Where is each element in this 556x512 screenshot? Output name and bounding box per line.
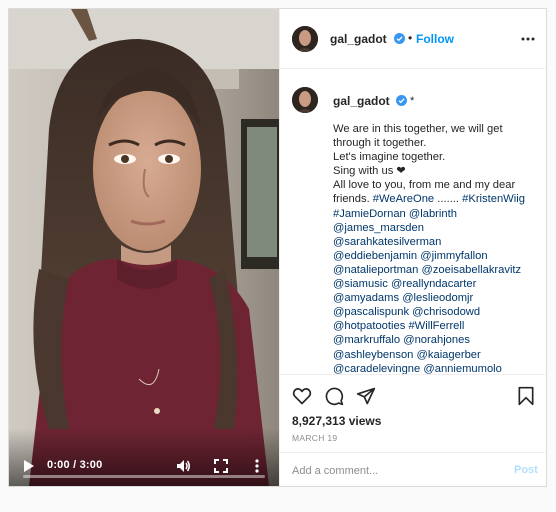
caption-line: @hotpatooties #WillFerrell xyxy=(333,319,543,333)
caption-line: Let's imagine together. xyxy=(333,150,543,164)
fullscreen-icon[interactable] xyxy=(213,458,229,474)
post-header: gal_gadot • Follow xyxy=(280,9,548,69)
mention-link[interactable]: @eddiebenjamin xyxy=(333,250,417,262)
comment-icon[interactable] xyxy=(324,386,344,406)
mention-link[interactable]: @hotpatooties xyxy=(333,320,405,332)
avatar[interactable] xyxy=(292,26,318,52)
post-date[interactable]: MARCH 19 xyxy=(292,433,337,443)
caption-line: @markruffalo @norahjones xyxy=(333,333,543,347)
follow-button[interactable]: Follow xyxy=(416,32,454,46)
mention-link[interactable]: @ashleybenson xyxy=(333,349,413,361)
caption-text-segment: ....... xyxy=(434,193,463,206)
mention-link[interactable]: @natalieportman xyxy=(333,264,418,276)
mention-link[interactable]: @chrisodowd xyxy=(412,306,480,318)
post-actions: 8,927,313 views MARCH 19 Post xyxy=(280,374,548,486)
mention-link[interactable]: @caradelevingne xyxy=(333,363,420,374)
bookmark-icon[interactable] xyxy=(516,386,536,406)
caption-line: @ashleybenson @kaiagerber xyxy=(333,348,543,362)
mention-link[interactable]: @markruffalo xyxy=(333,334,400,346)
mention-link[interactable]: @norahjones xyxy=(403,334,470,346)
more-options-icon[interactable] xyxy=(520,31,536,47)
video-progress-bar[interactable] xyxy=(23,475,265,478)
mention-link[interactable]: @reallyndacarter xyxy=(391,278,476,290)
post-comment-button[interactable]: Post xyxy=(514,464,538,476)
mention-link[interactable]: @amyadams xyxy=(333,292,399,304)
hashtag-link[interactable]: #WillFerrell xyxy=(408,320,464,332)
caption-text-segment: Let's imagine together. xyxy=(333,151,446,164)
caption-line: @james_marsden xyxy=(333,221,543,235)
caption-text-segment: through it together. xyxy=(333,137,427,150)
caption-line: We are in this together, we will get xyxy=(333,122,543,136)
verified-badge-icon xyxy=(394,33,405,44)
caption-line: friends. #WeAreOne ....... #KristenWiig xyxy=(333,192,543,206)
caption-line: @eddiebenjamin @jimmyfallon xyxy=(333,249,543,263)
caption-text: We are in this together, we will get thro… xyxy=(333,122,543,374)
caption-text-segment: All love to you, from me and my dear xyxy=(333,179,516,192)
caption-line: @siamusic @reallyndacarter xyxy=(333,277,543,291)
video-frame-image xyxy=(9,9,279,486)
caption-text-segment: We are in this together, we will get xyxy=(333,123,503,135)
mention-link[interactable]: @zoeisabellakravitz xyxy=(421,264,521,276)
caption-username[interactable]: gal_gadot xyxy=(333,94,390,108)
paper-plane-icon[interactable] xyxy=(356,386,376,406)
caption-line: @pascalispunk @chrisodowd xyxy=(333,305,543,319)
instagram-post: 0:00 / 3:00 gal_gadot • Follow gal_gadot xyxy=(8,8,548,487)
caption-line: through it together. xyxy=(333,136,543,150)
mention-link[interactable]: @leslieodomjr xyxy=(402,292,473,304)
mention-link[interactable]: @jimmyfallon xyxy=(420,250,487,262)
caption-avatar[interactable] xyxy=(292,87,318,113)
caption-text-segment: friends. xyxy=(333,193,373,206)
mention-link[interactable]: @siamusic xyxy=(333,278,388,290)
video-player[interactable]: 0:00 / 3:00 xyxy=(9,9,279,486)
header-username[interactable]: gal_gadot xyxy=(330,32,387,46)
video-time: 0:00 / 3:00 xyxy=(47,459,103,471)
hashtag-link[interactable]: #WeAreOne xyxy=(373,193,434,205)
mention-link[interactable]: @kaiagerber xyxy=(417,349,481,361)
play-icon[interactable] xyxy=(23,459,35,473)
comment-box: Post xyxy=(280,452,548,487)
caption-area: gal_gadot * We are in this together, we … xyxy=(280,70,548,374)
hashtag-link[interactable]: #JamieDornan xyxy=(333,208,406,220)
caption-line: @caradelevingne @anniemumolo xyxy=(333,362,543,374)
caption-line: Sing with us ❤ xyxy=(333,164,543,178)
verified-badge-icon xyxy=(396,95,407,106)
volume-icon[interactable] xyxy=(175,458,191,474)
caption-line: @natalieportman @zoeisabellakravitz xyxy=(333,263,543,277)
caption-line: @amyadams @leslieodomjr xyxy=(333,291,543,305)
caption-text-segment: Sing with us ❤ xyxy=(333,165,406,178)
caption-line: #JamieDornan @labrinth xyxy=(333,207,543,221)
heart-icon[interactable] xyxy=(292,386,312,406)
caption-line: All love to you, from me and my dear xyxy=(333,178,543,192)
mention-link[interactable]: @sarahkatesilverman xyxy=(333,236,441,248)
comment-input[interactable] xyxy=(292,462,492,480)
video-controls: 0:00 / 3:00 xyxy=(9,428,279,486)
mention-link[interactable]: @james_marsden xyxy=(333,222,424,234)
view-count[interactable]: 8,927,313 views xyxy=(292,414,381,428)
mention-link[interactable]: @pascalispunk xyxy=(333,306,409,318)
mention-link[interactable]: @labrinth xyxy=(409,208,457,220)
post-sidebar: gal_gadot • Follow gal_gadot * We are in… xyxy=(279,9,548,486)
hashtag-link[interactable]: #KristenWiig xyxy=(462,193,525,205)
caption-marker: * xyxy=(410,95,415,107)
mention-link[interactable]: @anniemumolo xyxy=(423,363,502,374)
follow-separator: • xyxy=(408,31,413,45)
caption-line: @sarahkatesilverman xyxy=(333,235,543,249)
vertical-more-icon[interactable] xyxy=(253,458,261,474)
